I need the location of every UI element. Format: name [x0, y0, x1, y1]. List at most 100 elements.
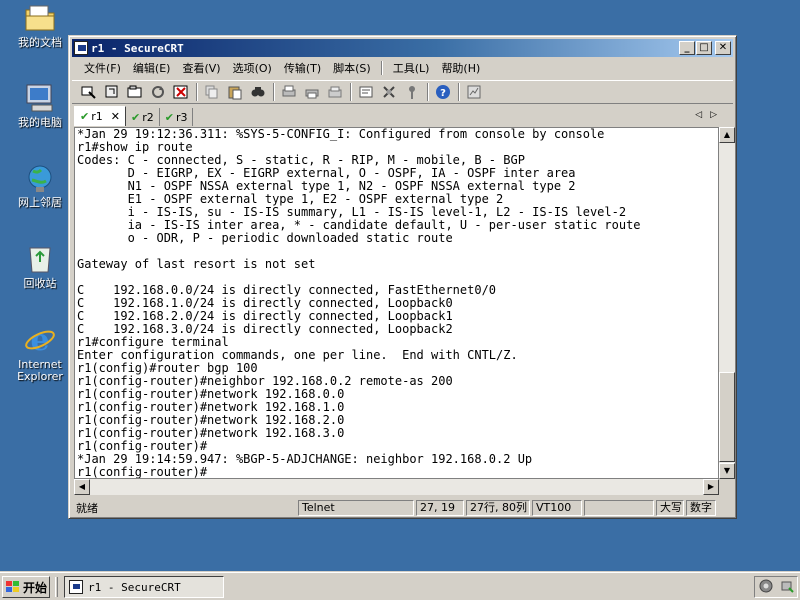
terminal-line: Gateway of last resort is not set	[77, 257, 316, 271]
desktop-icon-label: 回收站	[23, 277, 57, 290]
connected-check-icon: ✔	[130, 110, 141, 124]
desktop-icon-label: 我的电脑	[18, 116, 62, 129]
menu-script[interactable]: 脚本(S)	[327, 60, 377, 76]
taskbar-item-label: r1 - SecureCRT	[88, 580, 181, 594]
menu-help[interactable]: 帮助(H)	[435, 60, 486, 76]
tab-r2[interactable]: ✔ r2	[126, 108, 160, 126]
status-size: 27行, 80列	[466, 499, 530, 516]
tab-label: r1	[91, 110, 103, 123]
status-num: 数字	[686, 499, 716, 516]
securecrt-icon	[69, 580, 83, 594]
connected-check-icon: ✔	[164, 110, 174, 124]
taskbar-grip[interactable]	[55, 577, 58, 597]
status-bar: 就绪 Telnet 27, 19 27行, 80列 VT100 大写 数字	[72, 498, 733, 517]
menu-separator	[380, 61, 383, 75]
status-protocol: Telnet	[298, 499, 414, 516]
toolbar-separator	[196, 83, 198, 101]
menu-file[interactable]: 文件(F)	[78, 60, 127, 76]
status-cursor: 27, 19	[416, 499, 464, 516]
scroll-down-icon[interactable]: ▼	[719, 463, 735, 479]
connected-check-icon: ✔	[80, 110, 90, 123]
paste-icon[interactable]	[226, 83, 244, 101]
printer-icon[interactable]	[326, 83, 344, 101]
tray-volume-icon[interactable]	[780, 579, 794, 596]
find-icon[interactable]	[249, 83, 267, 101]
network-icon	[23, 162, 57, 194]
windows-logo-icon	[6, 581, 20, 593]
desktop-icon-label: 网上邻居	[18, 196, 62, 209]
reconnect-icon[interactable]	[149, 83, 167, 101]
scroll-left-icon[interactable]: ◀	[74, 479, 90, 495]
menu-view[interactable]: 查看(V)	[176, 60, 226, 76]
connect-tab-icon[interactable]	[126, 83, 144, 101]
terminal-line: r1(config-router)#	[77, 465, 208, 479]
window-title: r1 - SecureCRT	[91, 41, 184, 55]
computer-icon	[23, 82, 57, 114]
toolbar-separator	[458, 83, 460, 101]
menu-options[interactable]: 选项(O)	[227, 60, 278, 76]
start-label: 开始	[23, 580, 48, 595]
scroll-thumb[interactable]	[719, 372, 735, 462]
terminal-output[interactable]: *Jan 29 19:12:36.311: %SYS-5-CONFIG_I: C…	[74, 127, 719, 479]
securecrt-window: r1 - SecureCRT _ □ ✕ 文件(F) 编辑(E) 查看(V) 选…	[68, 35, 737, 519]
toolbar-separator	[350, 83, 352, 101]
connect-icon[interactable]	[80, 83, 98, 101]
desktop-icon-recycle-bin[interactable]: 回收站	[8, 243, 72, 290]
status-ready: 就绪	[76, 501, 98, 515]
tray-network-icon[interactable]	[759, 579, 773, 596]
terminal-line: o - ODR, P - periodic downloaded static …	[77, 231, 453, 245]
print-selection-icon[interactable]	[303, 83, 321, 101]
system-tray	[754, 576, 798, 598]
quick-connect-icon[interactable]	[103, 83, 121, 101]
tab-label: r3	[175, 110, 188, 124]
tab-close-icon[interactable]: ✕	[111, 110, 120, 123]
folder-icon	[23, 2, 57, 34]
help-icon[interactable]: ?	[434, 83, 452, 101]
menu-tools[interactable]: 工具(L)	[387, 60, 436, 76]
start-button[interactable]: 开始	[2, 576, 50, 598]
desktop-icon-my-documents[interactable]: 我的文档	[8, 2, 72, 49]
terminal-text: *Jan 29 19:12:36.311: %SYS-5-CONFIG_I: C…	[75, 128, 718, 479]
print-icon[interactable]	[280, 83, 298, 101]
toolbar-separator	[273, 83, 275, 101]
menu-transfer[interactable]: 传输(T)	[278, 60, 327, 76]
close-button[interactable]: ✕	[715, 41, 731, 55]
status-emulation: VT100	[532, 499, 582, 516]
session-tabs: ✔ r1 ✕ ✔ r2 ✔ r3 ◁▷	[72, 106, 733, 126]
tab-label: r2	[142, 110, 154, 124]
status-blank	[584, 499, 654, 516]
desktop-icon-internet-explorer[interactable]: e Internet Explorer	[8, 324, 72, 383]
status-caps: 大写	[656, 499, 684, 516]
vertical-scrollbar[interactable]: ▲ ▼	[719, 127, 735, 479]
minimize-button[interactable]: _	[679, 41, 695, 55]
tab-r3[interactable]: ✔ r3	[160, 108, 194, 126]
desktop-icon-network[interactable]: 网上邻居	[8, 162, 72, 209]
title-bar[interactable]: r1 - SecureCRT _ □ ✕	[72, 39, 733, 57]
tab-scroll-arrows-icon[interactable]: ◁▷	[695, 110, 725, 120]
scroll-up-icon[interactable]: ▲	[719, 127, 735, 143]
session-options-icon[interactable]	[357, 83, 375, 101]
copy-icon[interactable]	[203, 83, 221, 101]
taskbar: 开始 r1 - SecureCRT	[0, 572, 800, 600]
disconnect-icon[interactable]	[172, 83, 190, 101]
desktop-icon-label: Internet Explorer	[17, 358, 63, 383]
global-options-icon[interactable]	[380, 83, 398, 101]
keymap-icon[interactable]	[403, 83, 421, 101]
tab-r1[interactable]: ✔ r1 ✕	[74, 106, 126, 126]
svg-text:e: e	[30, 324, 49, 356]
desktop-icon-label: 我的文档	[18, 36, 62, 49]
ie-icon: e	[23, 324, 57, 356]
map-keys-icon[interactable]	[465, 83, 483, 101]
app-icon[interactable]	[74, 41, 88, 55]
recycle-bin-icon	[23, 243, 57, 275]
maximize-button[interactable]: □	[696, 41, 712, 55]
horizontal-scrollbar[interactable]: ◀ ▶	[74, 479, 719, 495]
scroll-right-icon[interactable]: ▶	[703, 479, 719, 495]
desktop-icon-my-computer[interactable]: 我的电脑	[8, 82, 72, 129]
menu-bar: 文件(F) 编辑(E) 查看(V) 选项(O) 传输(T) 脚本(S) 工具(L…	[72, 58, 733, 78]
toolbar-separator	[427, 83, 429, 101]
toolbar: ?	[72, 80, 733, 104]
taskbar-item-securecrt[interactable]: r1 - SecureCRT	[64, 576, 224, 598]
svg-text:?: ?	[440, 88, 446, 99]
menu-edit[interactable]: 编辑(E)	[127, 60, 177, 76]
